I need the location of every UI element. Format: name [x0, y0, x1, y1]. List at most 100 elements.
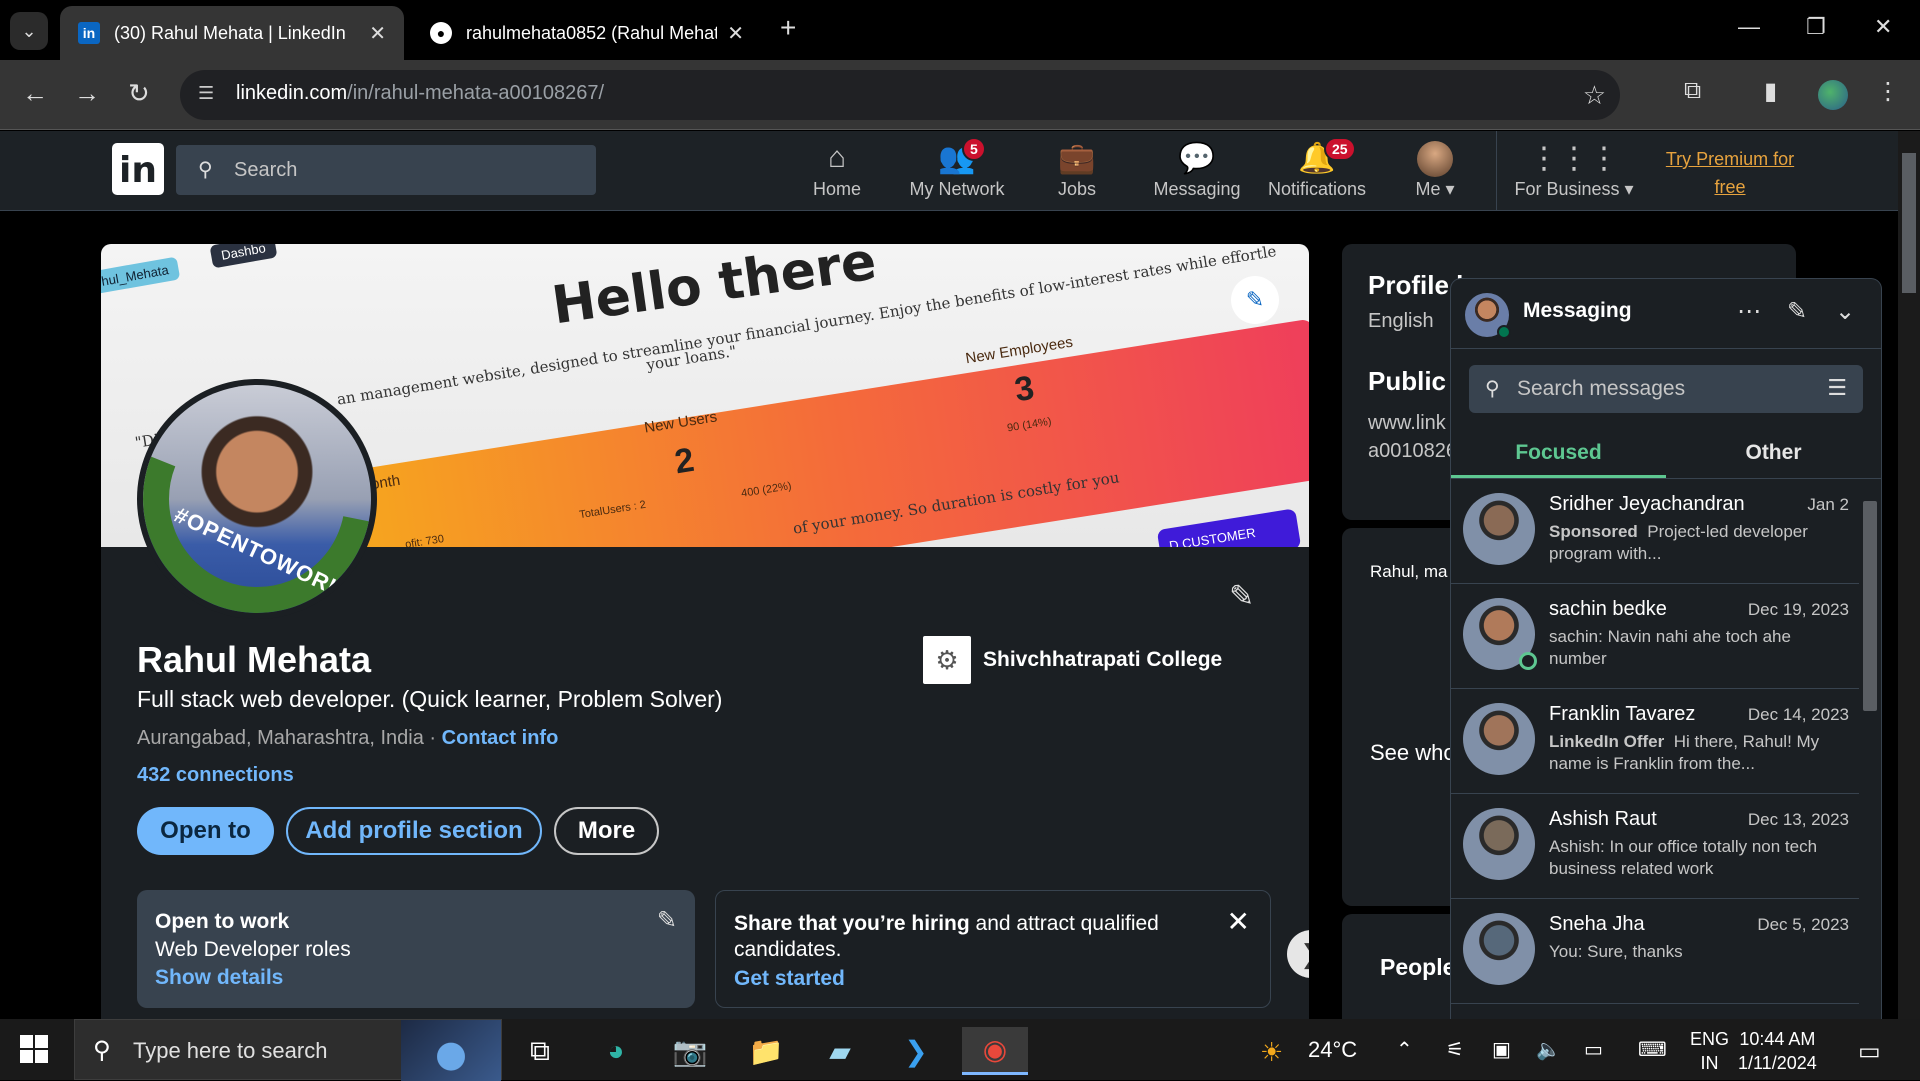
- conversation-date: Jan 2: [1807, 495, 1849, 514]
- windows-start-icon[interactable]: [20, 1035, 48, 1063]
- edge-icon[interactable]: ◕: [588, 1027, 644, 1075]
- tab-linkedin[interactable]: in (30) Rahul Mehata | LinkedIn ✕: [60, 6, 404, 60]
- conversation-item[interactable]: Sridher Jeyachandran Jan 2 Sponsored Proje…: [1451, 479, 1859, 584]
- conversation-item[interactable]: Ashish Raut Dec 13, 2023 Ashish: In our of…: [1451, 794, 1859, 899]
- tab-search-button[interactable]: ⌄: [10, 12, 48, 50]
- avatar: [1463, 808, 1535, 880]
- page-scrollbar[interactable]: [1898, 131, 1920, 1019]
- tab-other[interactable]: Other: [1666, 441, 1881, 465]
- nav-me[interactable]: Me ▾: [1380, 141, 1490, 200]
- menu-kebab-icon[interactable]: ⋮: [1876, 77, 1900, 106]
- conversation-item[interactable]: sachin bedke Dec 19, 2023 sachin: Navin na…: [1451, 584, 1859, 689]
- vscode-icon[interactable]: ❯: [888, 1027, 944, 1075]
- taskbar-search-input[interactable]: ⚲ Type here to search: [74, 1019, 502, 1081]
- volume-icon[interactable]: 🔈: [1536, 1037, 1561, 1062]
- network-icon[interactable]: ⚟: [1446, 1037, 1464, 1062]
- ad-text: See who: [1370, 740, 1456, 765]
- file-explorer-icon[interactable]: 📁: [738, 1027, 794, 1075]
- conversation-item[interactable]: Franklin Tavarez Dec 14, 2023 LinkedIn Off…: [1451, 689, 1859, 794]
- get-started-link[interactable]: Get started: [734, 967, 1252, 991]
- tab-github[interactable]: ● rahulmehata0852 (Rahul Mehata) ✕: [412, 6, 762, 60]
- weather-temp[interactable]: 24°C: [1308, 1037, 1357, 1063]
- search-icon: ⚲: [198, 159, 213, 181]
- carousel-next-button[interactable]: ❯: [1287, 930, 1309, 978]
- notification-center-icon[interactable]: ▭: [1858, 1037, 1881, 1066]
- extensions-icon[interactable]: ⧉: [1684, 77, 1701, 105]
- forward-icon[interactable]: →: [74, 78, 100, 109]
- close-icon[interactable]: ✕: [727, 21, 744, 46]
- more-button[interactable]: More: [554, 807, 659, 855]
- notification-badge: 5: [962, 137, 986, 161]
- messaging-header[interactable]: Messaging ⋯ ✎ ⌄: [1451, 279, 1881, 349]
- keyboard-icon[interactable]: ⌨: [1638, 1037, 1667, 1062]
- back-icon[interactable]: ←: [22, 78, 48, 109]
- show-details-link[interactable]: Show details: [155, 966, 677, 990]
- scroll-thumb[interactable]: [1863, 501, 1877, 711]
- weather-icon[interactable]: ☀: [1260, 1037, 1283, 1068]
- nav-home[interactable]: ⌂ Home: [782, 141, 892, 200]
- compose-icon[interactable]: ✎: [1787, 297, 1807, 326]
- nav-jobs[interactable]: 💼 Jobs: [1022, 141, 1132, 200]
- new-tab-button[interactable]: +: [780, 12, 796, 44]
- close-icon[interactable]: ✕: [1227, 905, 1250, 938]
- contact-info-link[interactable]: Contact info: [442, 727, 559, 749]
- filter-icon[interactable]: ☰: [1827, 375, 1847, 401]
- restore-icon[interactable]: ❐: [1806, 14, 1826, 40]
- task-view-icon[interactable]: ⧉: [512, 1027, 568, 1075]
- close-icon[interactable]: ✕: [369, 21, 386, 46]
- system-clock[interactable]: 10:44 AM 1/11/2024: [1738, 1027, 1817, 1075]
- site-info-icon[interactable]: ☰: [198, 83, 222, 107]
- search-placeholder: Type here to search: [133, 1038, 328, 1063]
- edit-intro-pencil-icon[interactable]: ✎: [1229, 579, 1254, 614]
- edit-banner-pencil-icon[interactable]: ✎: [1231, 276, 1279, 324]
- minimize-icon[interactable]: —: [1738, 14, 1760, 40]
- nav-for-business[interactable]: ⋮⋮⋮ For Business ▾: [1514, 141, 1634, 200]
- camera-icon[interactable]: 📷: [662, 1027, 718, 1075]
- nav-my-network[interactable]: 👥 5 My Network: [902, 137, 1012, 200]
- education-link[interactable]: ⚙ Shivchhatrapati College: [923, 636, 1222, 684]
- bookmark-star-icon[interactable]: ☆: [1583, 80, 1606, 111]
- github-icon: ●: [430, 22, 452, 44]
- open-to-button[interactable]: Open to: [137, 807, 274, 855]
- battery-icon[interactable]: ▭: [1584, 1037, 1603, 1062]
- reload-icon[interactable]: ↻: [128, 78, 150, 109]
- tab-focused[interactable]: Focused: [1451, 441, 1666, 465]
- search-icon: ⚲: [1485, 378, 1500, 400]
- browser-titlebar: ⌄ in (30) Rahul Mehata | LinkedIn ✕ ● ra…: [0, 0, 1920, 60]
- otw-title: Open to work: [155, 910, 290, 933]
- chevron-down-icon[interactable]: ⌄: [1835, 297, 1855, 326]
- nav-notifications[interactable]: 🔔 25 Notifications: [1262, 137, 1372, 200]
- browser-profile-avatar[interactable]: [1818, 80, 1848, 110]
- tab-title: rahulmehata0852 (Rahul Mehata): [466, 22, 718, 43]
- input-language[interactable]: ENG IN: [1690, 1027, 1729, 1075]
- rail-value: www.link: [1368, 412, 1446, 434]
- chevron-up-icon[interactable]: ⌃: [1396, 1037, 1413, 1062]
- url-text[interactable]: linkedin.com/in/rahul-mehata-a00108267/: [236, 82, 604, 105]
- profile-photo[interactable]: #OPENTOWORK: [137, 379, 377, 619]
- search-messages-input[interactable]: ⚲ Search messages ☰: [1469, 365, 1863, 413]
- windows-taskbar: ⚲ Type here to search ⧉ ◕ 📷 📁 ▰ ❯ ◉ ☀ 24…: [0, 1019, 1920, 1081]
- online-status-dot: [1497, 325, 1511, 339]
- edit-pencil-icon[interactable]: ✎: [657, 906, 677, 935]
- messaging-scrollbar[interactable]: [1859, 479, 1881, 1019]
- search-input[interactable]: ⚲ Search: [176, 145, 596, 195]
- avatar: [1465, 293, 1511, 339]
- banner-tag: hul_Mehata: [101, 256, 181, 295]
- linkedin-logo[interactable]: in: [112, 143, 164, 195]
- notepad-icon[interactable]: ▰: [812, 1027, 868, 1075]
- side-panel-icon[interactable]: ▮: [1764, 77, 1777, 106]
- nav-label: Jobs: [1057, 179, 1097, 199]
- more-options-icon[interactable]: ⋯: [1737, 297, 1761, 326]
- conversation-item[interactable]: Sneha Jha Dec 5, 2023 You: Sure, thanks: [1451, 899, 1859, 1004]
- linkedin-page: in ⚲ Search ⌂ Home 👥 5 My Network 💼 Jobs …: [0, 131, 1898, 1019]
- add-profile-section-button[interactable]: Add profile section: [286, 807, 542, 855]
- nav-label: Notifications: [1267, 179, 1367, 199]
- meet-now-icon[interactable]: ▣: [1492, 1037, 1511, 1062]
- connections-link[interactable]: 432 connections: [137, 764, 294, 787]
- close-window-icon[interactable]: ✕: [1874, 14, 1892, 40]
- nav-messaging[interactable]: 💬 Messaging: [1142, 141, 1252, 200]
- chrome-icon[interactable]: ◉: [962, 1027, 1028, 1075]
- address-bar[interactable]: ☰ linkedin.com/in/rahul-mehata-a00108267…: [180, 70, 1620, 120]
- scroll-thumb[interactable]: [1902, 153, 1916, 293]
- try-premium-link[interactable]: Try Premium for free: [1660, 145, 1800, 201]
